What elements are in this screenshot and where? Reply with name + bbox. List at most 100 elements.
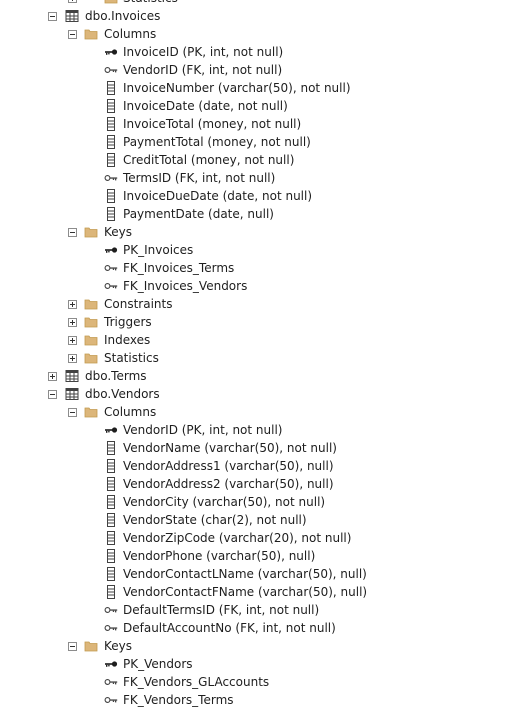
tree-node-label: VendorState (char(2), not null) <box>123 513 307 527</box>
folder-icon <box>84 333 98 347</box>
tree-node-label: DefaultAccountNo (FK, int, not null) <box>123 621 336 635</box>
tree-node-label: FK_Invoices_Vendors <box>123 279 248 293</box>
tree-node[interactable]: InvoiceNumber (varchar(50), not null) <box>0 79 519 97</box>
collapse-minus-icon[interactable] <box>48 390 57 399</box>
tree-node[interactable]: PaymentTotal (money, not null) <box>0 133 519 151</box>
tree-node[interactable]: dbo.Terms <box>0 367 519 385</box>
tree-node[interactable]: DefaultAccountNo (FK, int, not null) <box>0 619 519 637</box>
tree-node[interactable]: CreditTotal (money, not null) <box>0 151 519 169</box>
expand-plus-icon[interactable] <box>68 354 77 363</box>
tree-node[interactable]: VendorPhone (varchar(50), null) <box>0 547 519 565</box>
collapse-minus-icon[interactable] <box>68 642 77 651</box>
tree-node-label: InvoiceDueDate (date, not null) <box>123 189 313 203</box>
tree-node[interactable]: DefaultTermsID (FK, int, not null) <box>0 601 519 619</box>
collapse-minus-icon[interactable] <box>68 30 77 39</box>
tree-node[interactable]: Keys <box>0 223 519 241</box>
tree-node[interactable]: VendorName (varchar(50), not null) <box>0 439 519 457</box>
collapse-minus-icon[interactable] <box>68 408 77 417</box>
tree-node[interactable]: dbo.Invoices <box>0 7 519 25</box>
tree-node[interactable]: Indexes <box>0 331 519 349</box>
foreign-key-icon <box>104 261 118 275</box>
column-icon <box>104 549 118 563</box>
foreign-key-icon <box>104 693 118 707</box>
tree-node-label: FK_Vendors_GLAccounts <box>123 675 270 689</box>
column-icon <box>104 459 118 473</box>
tree-node[interactable]: InvoiceTotal (money, not null) <box>0 115 519 133</box>
tree-node[interactable]: FK_Invoices_Vendors <box>0 277 519 295</box>
tree-node-label: VendorZipCode (varchar(20), not null) <box>123 531 352 545</box>
tree-node[interactable]: Keys <box>0 637 519 655</box>
tree-node[interactable]: Statistics <box>0 0 519 7</box>
tree-node[interactable]: Constraints <box>0 295 519 313</box>
foreign-key-icon <box>104 603 118 617</box>
primary-key-icon <box>104 423 118 437</box>
tree-node[interactable]: Columns <box>0 403 519 421</box>
tree-node[interactable]: Columns <box>0 25 519 43</box>
tree-node[interactable]: InvoiceDueDate (date, not null) <box>0 187 519 205</box>
object-explorer-tree: Statistics dbo.Invoices Columns InvoiceID (… <box>0 0 519 709</box>
collapse-minus-icon[interactable] <box>68 228 77 237</box>
tree-node[interactable]: PaymentDate (date, null) <box>0 205 519 223</box>
expand-plus-icon[interactable] <box>68 318 77 327</box>
tree-node[interactable]: FK_Vendors_GLAccounts <box>0 673 519 691</box>
tree-node-label: PK_Vendors <box>123 657 193 671</box>
tree-node[interactable]: TermsID (FK, int, not null) <box>0 169 519 187</box>
tree-node-label: DefaultTermsID (FK, int, not null) <box>123 603 320 617</box>
tree-node-label: VendorContactFName (varchar(50), null) <box>123 585 368 599</box>
expand-plus-icon[interactable] <box>68 336 77 345</box>
tree-node-label: VendorAddress1 (varchar(50), null) <box>123 459 334 473</box>
tree-node[interactable]: PK_Invoices <box>0 241 519 259</box>
tree-node-label: dbo.Terms <box>85 369 147 383</box>
tree-node-label: dbo.Invoices <box>85 9 161 23</box>
tree-node-label: Statistics <box>123 0 178 6</box>
expand-plus-icon[interactable] <box>68 300 77 309</box>
tree-node[interactable]: dbo.Vendors <box>0 385 519 403</box>
expand-plus-icon[interactable] <box>68 0 77 3</box>
tree-node[interactable]: VendorCity (varchar(50), not null) <box>0 493 519 511</box>
column-icon <box>104 117 118 131</box>
column-icon <box>104 513 118 527</box>
foreign-key-icon <box>104 279 118 293</box>
tree-node[interactable]: VendorZipCode (varchar(20), not null) <box>0 529 519 547</box>
tree-node[interactable]: Statistics <box>0 349 519 367</box>
tree-node[interactable]: InvoiceDate (date, not null) <box>0 97 519 115</box>
tree-node[interactable]: VendorContactLName (varchar(50), null) <box>0 565 519 583</box>
tree-node[interactable]: Triggers <box>0 313 519 331</box>
primary-key-icon <box>104 45 118 59</box>
primary-key-icon <box>104 243 118 257</box>
folder-icon <box>84 225 98 239</box>
folder-icon <box>84 351 98 365</box>
tree-node[interactable]: FK_Vendors_Terms <box>0 691 519 709</box>
tree-node-label: VendorPhone (varchar(50), null) <box>123 549 316 563</box>
tree-node-label: VendorContactLName (varchar(50), null) <box>123 567 367 581</box>
primary-key-icon <box>104 657 118 671</box>
tree-node[interactable]: VendorContactFName (varchar(50), null) <box>0 583 519 601</box>
tree-node-label: CreditTotal (money, not null) <box>123 153 295 167</box>
column-icon <box>104 207 118 221</box>
tree-node-label: TermsID (FK, int, not null) <box>123 171 276 185</box>
tree-node[interactable]: FK_Invoices_Terms <box>0 259 519 277</box>
folder-icon <box>104 0 118 5</box>
tree-node[interactable]: InvoiceID (PK, int, not null) <box>0 43 519 61</box>
tree-node[interactable]: VendorAddress2 (varchar(50), null) <box>0 475 519 493</box>
column-icon <box>104 477 118 491</box>
tree-node-label: InvoiceNumber (varchar(50), not null) <box>123 81 351 95</box>
table-icon <box>65 387 79 401</box>
table-icon <box>65 9 79 23</box>
tree-node[interactable]: VendorState (char(2), not null) <box>0 511 519 529</box>
expand-plus-icon[interactable] <box>48 372 57 381</box>
tree-node-label: Triggers <box>104 315 152 329</box>
tree-node[interactable]: VendorAddress1 (varchar(50), null) <box>0 457 519 475</box>
tree-node[interactable]: VendorID (PK, int, not null) <box>0 421 519 439</box>
column-icon <box>104 495 118 509</box>
tree-node-label: InvoiceID (PK, int, not null) <box>123 45 284 59</box>
tree-node-label: PaymentDate (date, null) <box>123 207 274 221</box>
tree-node[interactable]: VendorID (FK, int, not null) <box>0 61 519 79</box>
column-icon <box>104 189 118 203</box>
column-icon <box>104 135 118 149</box>
folder-icon <box>84 297 98 311</box>
tree-node[interactable]: PK_Vendors <box>0 655 519 673</box>
column-icon <box>104 81 118 95</box>
column-icon <box>104 585 118 599</box>
collapse-minus-icon[interactable] <box>48 12 57 21</box>
